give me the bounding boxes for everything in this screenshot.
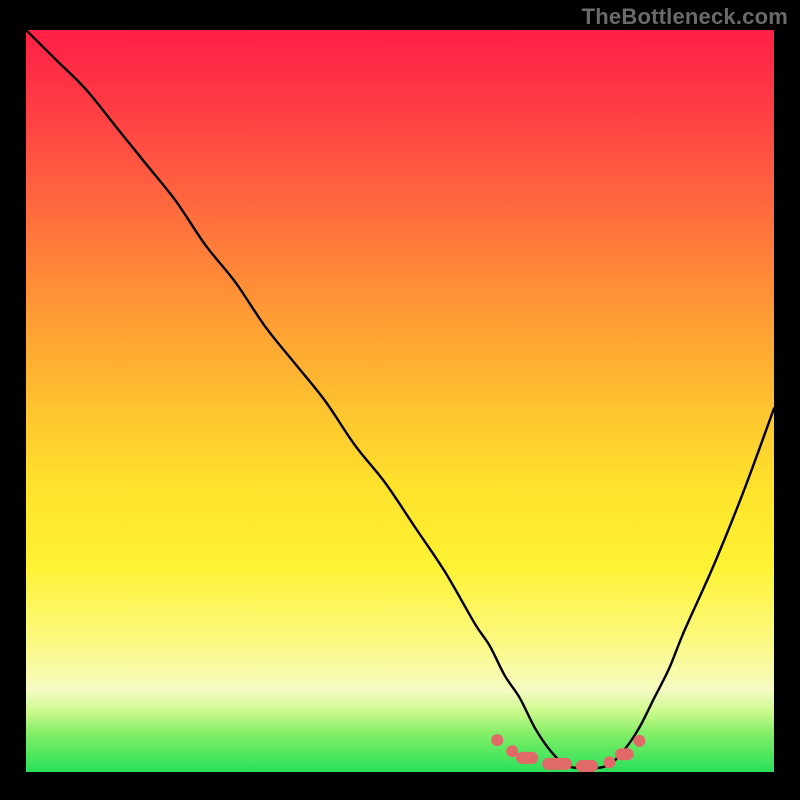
optimal-marker	[516, 752, 538, 764]
watermark-label: TheBottleneck.com	[582, 4, 788, 30]
curve-layer	[26, 30, 774, 772]
optimal-marker	[506, 745, 518, 757]
optimal-marker	[491, 734, 503, 746]
optimal-marker	[633, 735, 645, 747]
bottleneck-curve	[26, 30, 774, 769]
optimal-marker	[576, 760, 598, 772]
optimal-marker	[542, 758, 572, 770]
optimal-marker	[603, 756, 615, 768]
optimal-markers	[491, 734, 645, 772]
optimal-marker	[615, 748, 634, 760]
chart-root: TheBottleneck.com	[0, 0, 800, 800]
plot-area	[26, 30, 774, 772]
